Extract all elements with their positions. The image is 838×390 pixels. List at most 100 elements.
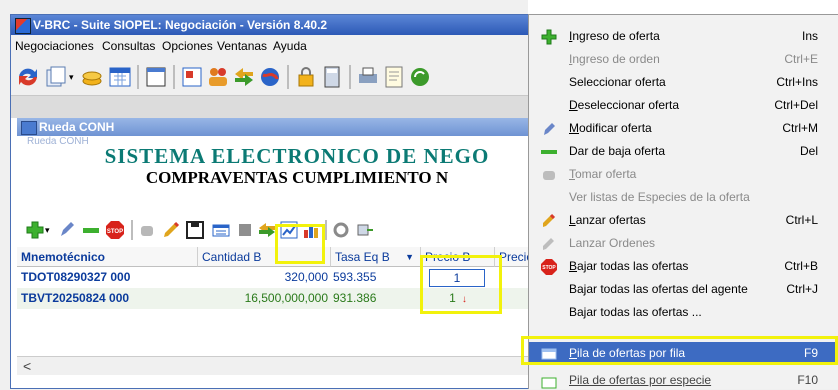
table-cell-tasa[interactable]: 931.386 xyxy=(331,288,421,309)
table-row-mnemo[interactable]: TDOT08290327 000 xyxy=(17,267,198,288)
menu-item-label: Ingreso de orden xyxy=(569,52,660,66)
highlight-box xyxy=(521,336,838,365)
coins-icon[interactable] xyxy=(79,64,105,90)
table-cell-tasa[interactable]: 593.355 xyxy=(331,267,421,288)
system-heading: SISTEMA ELECTRONICO DE NEGO xyxy=(104,144,490,168)
dropdown-arrow-icon[interactable]: ▾ xyxy=(69,64,77,90)
child-window-title: Rueda CONH xyxy=(39,120,115,134)
stack-icon xyxy=(541,377,557,389)
menu-item-label: Tomar oferta xyxy=(569,167,637,181)
table-cell-cantidad[interactable]: 320,000 xyxy=(198,267,331,288)
menu-item-bajar-todas[interactable]: STOP Bajar todas las ofertas Ctrl+B xyxy=(529,255,838,278)
toolbar-separator xyxy=(173,65,175,89)
menu-bar: Negociaciones Consultas Opciones Ventana… xyxy=(11,35,569,57)
square-icon[interactable] xyxy=(235,220,255,240)
horizontal-scrollbar[interactable]: < xyxy=(17,356,569,375)
menu-item-ingreso-oferta[interactable]: Ingreso de oferta Ins xyxy=(529,25,838,48)
report-icon[interactable] xyxy=(179,64,205,90)
column-header-tasa[interactable]: Tasa Eq B ▼ xyxy=(331,247,421,267)
stop-icon: STOP xyxy=(541,259,557,275)
table-cell-cantidad[interactable]: 16,500,000,000 xyxy=(198,288,331,309)
menu-item-shortcut: Ctrl+M xyxy=(782,121,818,135)
stop-icon-text: STOP xyxy=(107,229,123,235)
scroll-left-icon[interactable]: < xyxy=(23,358,31,374)
calendar-icon[interactable] xyxy=(107,64,133,90)
section-heading: COMPRAVENTAS CUMPLIMIENTO N xyxy=(145,168,449,187)
menu-item-seleccionar-oferta[interactable]: Seleccionar oferta Ctrl+Ins xyxy=(529,71,838,94)
menu-consultas[interactable]: Consultas xyxy=(102,39,155,53)
pen-icon xyxy=(544,123,555,135)
menu-top-strip xyxy=(528,0,838,14)
launch-icon[interactable] xyxy=(161,220,181,240)
menu-item-label: Pila de ofertas por especie xyxy=(569,373,712,387)
documents-icon[interactable] xyxy=(43,64,69,90)
window-icon[interactable] xyxy=(143,64,169,90)
menu-item-deseleccionar-oferta[interactable]: Deseleccionar oferta Ctrl+Del xyxy=(529,94,838,117)
toolbar-separator xyxy=(131,220,133,240)
menu-item-label: Bajar todas las ofertas ... xyxy=(569,305,702,319)
window-icon xyxy=(21,121,37,135)
column-header-mnemotecnico[interactable]: Mnemotécnico xyxy=(17,247,198,267)
hand-icon[interactable] xyxy=(137,220,157,240)
launch-icon xyxy=(543,238,554,250)
menu-item-shortcut: Ctrl+L xyxy=(785,213,818,227)
menu-item-shortcut: Ctrl+J xyxy=(786,282,818,296)
menu-item-modificar-oferta[interactable]: Modificar oferta Ctrl+M xyxy=(529,117,838,140)
menu-item-lanzar-ofertas[interactable]: Lanzar ofertas Ctrl+L xyxy=(529,209,838,232)
gear-icon[interactable] xyxy=(331,220,351,240)
calculator-icon[interactable] xyxy=(319,64,345,90)
export-icon[interactable] xyxy=(355,220,375,240)
toolbar-separator xyxy=(137,65,139,89)
stop-icon[interactable]: STOP xyxy=(105,220,125,240)
menu-item-label: Seleccionar oferta xyxy=(569,75,666,89)
minus-icon[interactable] xyxy=(81,220,101,240)
window-title: V-BRC - Suite SIOPEL: Negociación - Vers… xyxy=(33,18,328,32)
menu-item-tomar-oferta: Tomar oferta xyxy=(529,163,838,186)
menu-item-shortcut: Ins xyxy=(801,29,818,43)
notepad-icon[interactable] xyxy=(381,64,407,90)
toolbar-separator xyxy=(287,65,289,89)
sort-arrow-icon: ▼ xyxy=(405,252,414,262)
toolbar-separator xyxy=(349,65,351,89)
menu-item-lanzar-ordenes: Lanzar Ordenes xyxy=(529,232,838,255)
minus-icon xyxy=(541,150,557,154)
menu-item-bajar-todas-agente[interactable]: Bajar todas las ofertas del agente Ctrl+… xyxy=(529,278,838,301)
menu-item-label: Dar de baja oferta xyxy=(569,144,666,158)
stop-icon-text: STOP xyxy=(542,265,556,271)
child-window-titlebar[interactable]: Rueda CONH xyxy=(17,118,569,136)
window-titlebar[interactable]: V-BRC - Suite SIOPEL: Negociación - Vers… xyxy=(11,15,569,35)
menu-item-shortcut: Ctrl+B xyxy=(784,259,818,273)
lock-icon[interactable] xyxy=(293,64,319,90)
app-icon xyxy=(15,18,31,34)
menu-ayuda[interactable]: Ayuda xyxy=(273,39,307,53)
dropdown-arrow-icon[interactable]: ▾ xyxy=(45,220,53,240)
menu-negociaciones[interactable]: Negociaciones xyxy=(15,39,94,53)
menu-opciones[interactable]: Opciones xyxy=(162,39,213,53)
menu-ventanas[interactable]: Ventanas xyxy=(217,39,267,53)
menu-item-label: Bajar todas las ofertas del agente xyxy=(569,282,748,296)
people-icon[interactable] xyxy=(205,64,231,90)
menu-item-pila-ofertas-especie[interactable]: Pila de ofertas por especie F10 xyxy=(529,371,838,390)
menu-item-ver-listas: Ver listas de Especies de la oferta xyxy=(529,186,838,209)
sync-icon[interactable] xyxy=(407,64,433,90)
hand-icon xyxy=(543,171,555,180)
menu-item-label: Lanzar Ordenes xyxy=(569,236,656,250)
plus-icon[interactable] xyxy=(25,220,45,240)
menu-item-shortcut: Del xyxy=(799,144,818,158)
printer-icon[interactable] xyxy=(355,64,381,90)
transfer-icon[interactable] xyxy=(231,64,257,90)
table-row-mnemo[interactable]: TBVT20250824 000 xyxy=(17,288,198,309)
menu-item-label: Deseleccionar oferta xyxy=(569,98,680,112)
transfer-icon[interactable] xyxy=(257,220,277,240)
refresh-icon[interactable] xyxy=(15,64,41,90)
pen-icon[interactable] xyxy=(57,220,77,240)
main-window: V-BRC - Suite SIOPEL: Negociación - Vers… xyxy=(10,14,570,389)
save-icon[interactable] xyxy=(185,220,205,240)
globe-icon[interactable] xyxy=(257,64,283,90)
highlight-box xyxy=(420,255,502,314)
menu-item-bajar-todas-dialog[interactable]: Bajar todas las ofertas ... xyxy=(529,301,838,324)
highlight-box xyxy=(275,224,325,264)
menu-item-dar-baja-oferta[interactable]: Dar de baja oferta Del xyxy=(529,140,838,163)
launch-icon xyxy=(543,213,556,227)
stack-icon[interactable] xyxy=(211,220,231,240)
